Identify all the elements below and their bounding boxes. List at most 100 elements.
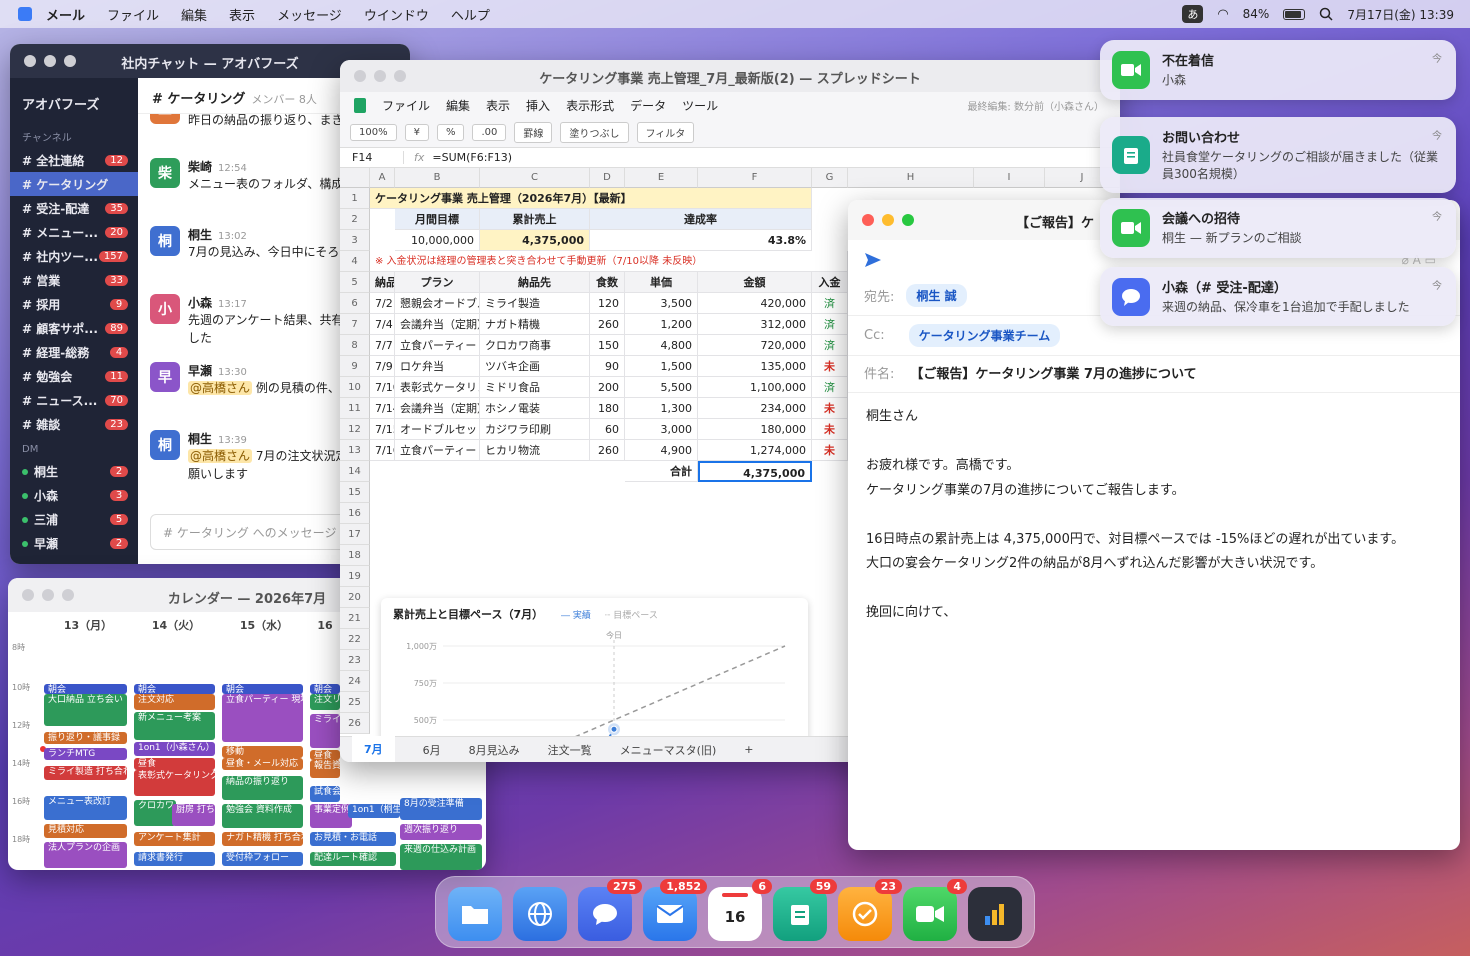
header-cell[interactable]: 食数 <box>590 272 625 293</box>
toolbar-button[interactable]: 塗りつぶし <box>560 122 629 143</box>
row-header[interactable]: 9 <box>340 356 370 377</box>
cc-recipient[interactable]: ケータリング事業チーム <box>908 324 1061 347</box>
menu-app-name[interactable]: メール <box>46 5 85 24</box>
row-header[interactable]: 12 <box>340 419 370 440</box>
close-button[interactable] <box>862 214 874 226</box>
calendar-event[interactable]: 朝会 <box>222 684 303 694</box>
subject-field[interactable]: 【ご報告】ケータリング事業 7月の進捗について <box>910 363 1196 382</box>
author-name[interactable]: 早瀬 <box>188 364 212 378</box>
mention[interactable]: @高橋さん <box>188 449 253 463</box>
channel-item[interactable]: # 顧客サポ... 89 <box>10 316 138 340</box>
sheet-menu-item[interactable]: 挿入 <box>526 97 550 114</box>
row-header[interactable]: 26 <box>340 713 370 734</box>
row-header[interactable]: 5 <box>340 272 370 293</box>
data-cell[interactable]: 未 <box>812 419 848 440</box>
data-cell[interactable]: 200 <box>590 377 625 398</box>
row-header[interactable]: 13 <box>340 440 370 461</box>
menu-message[interactable]: メッセージ <box>277 5 342 24</box>
cell-reference[interactable]: F14 <box>340 151 404 164</box>
column-header[interactable]: I <box>974 168 1045 188</box>
data-cell[interactable]: カジワラ印刷 <box>480 419 590 440</box>
channel-item[interactable]: # 勉強会 11 <box>10 364 138 388</box>
sheet-tab[interactable]: 8月見込み <box>469 742 520 758</box>
row-header[interactable]: 6 <box>340 293 370 314</box>
row-header[interactable]: 16 <box>340 503 370 524</box>
row-header[interactable]: 22 <box>340 629 370 650</box>
row-header[interactable]: 14 <box>340 461 370 482</box>
data-cell[interactable]: 懇親会オードブル <box>395 293 480 314</box>
row-header[interactable]: 8 <box>340 335 370 356</box>
data-cell[interactable]: 1,274,000 <box>698 440 812 461</box>
channel-item[interactable]: # 受注-配達 35 <box>10 196 138 220</box>
column-header[interactable]: F <box>698 168 812 188</box>
achievement-cell[interactable]: 43.8% <box>590 230 812 251</box>
data-cell[interactable]: 135,000 <box>698 356 812 377</box>
calendar-event[interactable]: 報告資 <box>310 760 340 778</box>
calendar-event[interactable]: 来週の仕込み計画 <box>400 844 482 870</box>
data-cell[interactable]: 立食パーティー <box>395 335 480 356</box>
calendar-event[interactable]: 朝会 <box>310 684 340 694</box>
column-header[interactable]: E <box>625 168 698 188</box>
data-cell[interactable]: 3,500 <box>625 293 698 314</box>
data-cell[interactable]: 済 <box>812 314 848 335</box>
data-cell[interactable]: 1,200 <box>625 314 698 335</box>
calendar-event[interactable]: 納品の振り返り <box>222 776 303 800</box>
calendar-event[interactable]: 朝会 <box>134 684 215 694</box>
row-header[interactable]: 10 <box>340 377 370 398</box>
sheet-menu-item[interactable]: データ <box>630 97 666 114</box>
apple-icon[interactable] <box>18 7 32 21</box>
data-cell[interactable]: 済 <box>812 377 848 398</box>
menu-file[interactable]: ファイル <box>107 5 159 24</box>
data-cell[interactable]: 150 <box>590 335 625 356</box>
data-cell[interactable]: 420,000 <box>698 293 812 314</box>
row-header[interactable]: 24 <box>340 671 370 692</box>
data-cell[interactable]: 7/9 <box>370 356 395 377</box>
row-header[interactable]: 1 <box>340 188 370 209</box>
data-cell[interactable]: 未 <box>812 440 848 461</box>
data-cell[interactable]: 720,000 <box>698 335 812 356</box>
minimize-button[interactable] <box>882 214 894 226</box>
calendar-event[interactable]: 8月の受注準備 <box>400 798 482 820</box>
column-header[interactable]: G <box>812 168 848 188</box>
calendar-event[interactable]: 振り返り・議事録 <box>44 732 127 744</box>
day-header[interactable]: 14（火） <box>132 612 220 640</box>
sheet-menu-item[interactable]: ツール <box>682 97 718 114</box>
data-cell[interactable]: 260 <box>590 440 625 461</box>
calendar-event[interactable]: 大口納品 立ち会い <box>44 694 127 726</box>
data-cell[interactable]: 120 <box>590 293 625 314</box>
data-cell[interactable]: 1,500 <box>625 356 698 377</box>
sheet-menu-item[interactable]: ファイル <box>382 97 430 114</box>
calendar-event[interactable]: お見積・お電話 <box>310 832 396 846</box>
channel-item[interactable]: # 採用 9 <box>10 292 138 316</box>
data-cell[interactable]: 会議弁当（定期） <box>395 314 480 335</box>
column-header[interactable]: B <box>395 168 480 188</box>
toolbar-button[interactable]: ¥ <box>404 124 429 141</box>
calendar-event[interactable]: 受付枠フォロー <box>222 852 303 866</box>
notification[interactable]: 不在着信 小森 今 <box>1100 40 1456 100</box>
toolbar-button[interactable]: .00 <box>472 124 507 141</box>
data-cell[interactable]: 済 <box>812 293 848 314</box>
calendar-event[interactable]: ランチMTG <box>44 748 127 760</box>
avatar[interactable]: 小 <box>150 294 180 324</box>
channel-item[interactable]: # 雑談 23 <box>10 412 138 436</box>
data-cell[interactable]: 5,500 <box>625 377 698 398</box>
calendar-event[interactable]: 表彰式ケータリング <box>134 770 215 796</box>
data-cell[interactable]: 7/10 <box>370 377 395 398</box>
day-header[interactable]: 13（月） <box>44 612 132 640</box>
row-header[interactable]: 19 <box>340 566 370 587</box>
column-header[interactable]: H <box>848 168 974 188</box>
row-header[interactable]: 25 <box>340 692 370 713</box>
calendar-event[interactable]: 法人プランの企画 <box>44 842 127 868</box>
dock-finder-icon[interactable] <box>448 887 502 941</box>
calendar-event[interactable]: 見積対応 <box>44 824 127 838</box>
calendar-event[interactable]: クロカワ <box>134 800 176 826</box>
data-cell[interactable]: 7/14 <box>370 398 395 419</box>
label-cell[interactable]: 累計売上 <box>480 209 590 230</box>
channel-item[interactable]: # メニュー... 20 <box>10 220 138 244</box>
current-point[interactable] <box>610 725 618 733</box>
calendar-event[interactable]: 立食パーティー 現場 <box>222 694 303 742</box>
row-header[interactable]: 11 <box>340 398 370 419</box>
data-cell[interactable]: 180,000 <box>698 419 812 440</box>
calendar-event[interactable]: 朝会 <box>44 684 127 694</box>
mention[interactable]: @高橋さん <box>188 381 253 395</box>
